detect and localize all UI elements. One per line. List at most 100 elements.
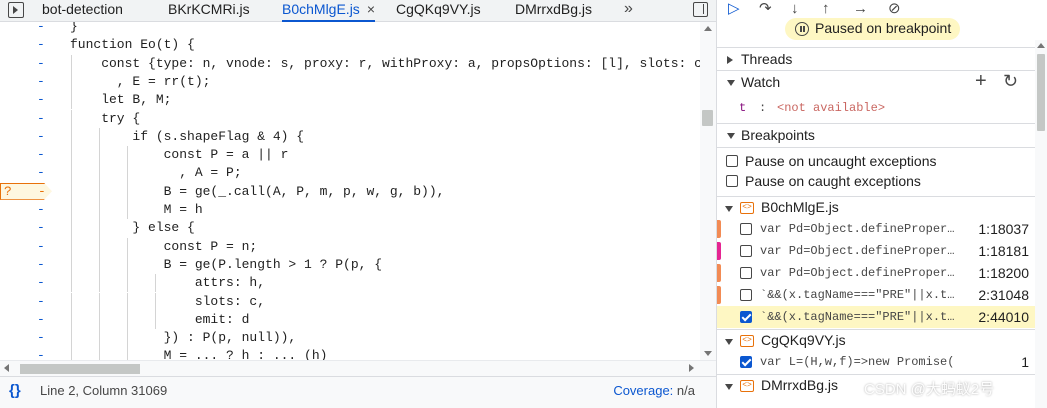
code-line[interactable]: - const P = a || r xyxy=(0,146,700,165)
breakpoint-color-stripe xyxy=(717,264,721,282)
horizontal-scrollbar[interactable] xyxy=(0,360,716,376)
tab-cgqkq9vy[interactable]: CgQKq9VY.js xyxy=(396,0,481,22)
code-text: } else { xyxy=(70,220,195,236)
breakpoint-file-name: DMrrxdBg.js xyxy=(761,377,839,393)
breakpoints-section-header[interactable]: Breakpoints xyxy=(717,123,1035,147)
breakpoint-location: 1:18181 xyxy=(978,243,1029,259)
pause-caught-checkbox[interactable] xyxy=(726,175,738,187)
code-text: M = ... ? h : ... (h) xyxy=(70,348,328,360)
code-line[interactable]: - emit: d xyxy=(0,310,700,330)
code-line[interactable]: - }) : P(p, null)), xyxy=(0,329,700,348)
scroll-down-icon[interactable] xyxy=(704,351,712,356)
coverage-label[interactable]: Coverage: xyxy=(613,383,673,398)
tab-dmrrxdbg[interactable]: DMrrxdBg.js xyxy=(515,0,592,22)
breakpoint-row[interactable]: var Pd=Object.defineProper… 1:18037 xyxy=(717,218,1035,240)
code-line[interactable]: - let B, M; xyxy=(0,91,700,110)
code-line[interactable]: - , E = rr(t); xyxy=(0,72,700,92)
code-line[interactable]: - , A = P; xyxy=(0,164,700,183)
step-into-icon[interactable]: ↓ xyxy=(791,1,799,17)
pause-caught-row[interactable]: Pause on caught exceptions xyxy=(717,171,1035,191)
vertical-scrollbar[interactable] xyxy=(700,22,716,360)
breakpoint-file-row[interactable]: <> CgQKq9VY.js xyxy=(717,329,1035,351)
gutter-dash: - xyxy=(37,110,45,126)
step-out-icon[interactable]: ↑ xyxy=(822,1,830,17)
code-line[interactable]: - B = ge(P.length > 1 ? P(p, { xyxy=(0,255,700,275)
scrollbar-thumb[interactable] xyxy=(702,110,713,126)
threads-section-header[interactable]: Threads xyxy=(717,47,1035,71)
breakpoint-checkbox[interactable] xyxy=(740,223,752,235)
breakpoint-row[interactable]: var Pd=Object.defineProper… 1:18181 xyxy=(717,240,1035,262)
coverage-value: n/a xyxy=(676,383,695,398)
breakpoint-location: 1:18200 xyxy=(978,265,1029,281)
code-text: , E = rr(t); xyxy=(70,73,211,89)
code-text: attrs: h, xyxy=(70,275,266,291)
code-text: , A = P; xyxy=(70,165,242,181)
paused-status-banner: Paused on breakpoint xyxy=(785,18,961,40)
more-tabs-icon[interactable]: » xyxy=(624,0,633,18)
refresh-icon[interactable]: ↻ xyxy=(1003,70,1018,93)
code-line[interactable]: - } else { xyxy=(0,219,700,238)
conditional-breakpoint-marker[interactable]: ? - xyxy=(0,182,52,200)
pause-uncaught-checkbox[interactable] xyxy=(726,155,738,167)
breakpoint-checkbox[interactable] xyxy=(740,245,752,257)
scrollbar-thumb[interactable] xyxy=(1037,54,1045,131)
close-icon[interactable]: × xyxy=(367,1,375,17)
navigator-toggle-icon[interactable] xyxy=(8,2,24,18)
breakpoint-row[interactable]: var Pd=Object.defineProper… 1:18200 xyxy=(717,262,1035,284)
code-line[interactable]: - if (s.shapeFlag & 4) { xyxy=(0,127,700,147)
pause-uncaught-row[interactable]: Pause on uncaught exceptions xyxy=(717,151,1035,171)
watch-name: t xyxy=(739,101,747,115)
tab-b0chmlge[interactable]: B0chMlgE.js × xyxy=(282,0,375,22)
breakpoint-checkbox[interactable] xyxy=(740,289,752,301)
code-line[interactable]: - M = h xyxy=(0,201,700,220)
watch-separator: : xyxy=(759,101,767,115)
breakpoint-row[interactable]: var L=(H,w,f)=>new Promise((j,y… 1 xyxy=(717,351,1035,373)
breakpoint-row[interactable]: `&&(x.tagName==="PRE"||x.t… 2:44010 xyxy=(717,306,1035,328)
scroll-up-icon[interactable] xyxy=(1037,43,1045,48)
breakpoint-checkbox[interactable] xyxy=(740,267,752,279)
breakpoint-row[interactable]: `&&(x.tagName==="PRE"||x.t… 2:31048 xyxy=(717,284,1035,306)
pretty-print-icon[interactable]: {} xyxy=(9,377,21,405)
code-viewer[interactable]: -} - function Eo(t) {- const {type: n, vno… xyxy=(0,22,700,360)
breakpoint-checkbox[interactable] xyxy=(740,311,752,323)
section-title: Threads xyxy=(741,51,793,67)
code-line[interactable]: - attrs: h, xyxy=(0,274,700,293)
code-line[interactable]: - function Eo(t) { xyxy=(0,36,700,54)
tab-bkrkcmri[interactable]: BKrKCMRi.js xyxy=(168,0,250,22)
tab-bot-detection[interactable]: bot-detection xyxy=(42,0,123,22)
step-icon[interactable]: → xyxy=(853,1,868,17)
editor-tab-bar: bot-detection BKrKCMRi.js B0chMlgE.js × C… xyxy=(0,0,716,22)
code-line[interactable]: -} xyxy=(0,22,700,36)
breakpoint-checkbox[interactable] xyxy=(740,356,752,368)
add-watch-icon[interactable]: + xyxy=(975,70,987,93)
code-line[interactable]: - M = ... ? h : ... (h) xyxy=(0,347,700,360)
code-line[interactable]: - const P = n; xyxy=(0,237,700,256)
code-line[interactable]: - try { xyxy=(0,109,700,128)
code-line[interactable]: - slots: c, xyxy=(0,292,700,311)
sidebar-scrollbar[interactable] xyxy=(1035,40,1047,408)
script-file-icon: <> xyxy=(740,335,754,347)
code-line[interactable]: ? - B = ge(_.call(A, P, m, p, w, g, b)), xyxy=(0,182,700,201)
watch-expression[interactable]: t : <not available> xyxy=(717,98,1035,118)
scroll-up-icon[interactable] xyxy=(704,26,712,31)
step-over-icon[interactable]: ↷ xyxy=(759,1,772,17)
breakpoint-color-stripe xyxy=(717,220,721,238)
code-text: const {type: n, vnode: s, proxy: r, with… xyxy=(70,55,700,71)
deactivate-breakpoints-icon[interactable]: ⊘ xyxy=(888,1,901,17)
watch-section-header[interactable]: Watch + ↻ xyxy=(717,70,1035,94)
code-line[interactable]: - const {type: n, vnode: s, proxy: r, wi… xyxy=(0,54,700,73)
breakpoint-file-row[interactable]: <> B0chMlgE.js xyxy=(717,196,1035,218)
breakpoint-glyph: ? xyxy=(4,183,12,199)
debugger-toggle-icon[interactable] xyxy=(693,2,708,17)
gutter-dash: - xyxy=(37,37,45,53)
editor-status-bar: {} Line 2, Column 31069 Coverage: n/a xyxy=(0,376,716,408)
breakpoint-code: `&&(x.tagName==="PRE"||x.t… xyxy=(760,310,955,324)
divider xyxy=(717,147,1035,148)
breakpoint-location: 2:44010 xyxy=(978,309,1029,325)
scroll-left-icon[interactable] xyxy=(4,364,9,372)
breakpoint-code: var Pd=Object.defineProper… xyxy=(760,266,955,280)
resume-icon[interactable]: ▷ xyxy=(728,1,740,17)
breakpoint-code: var Pd=Object.defineProper… xyxy=(760,222,955,236)
scroll-right-icon[interactable] xyxy=(689,364,694,372)
scrollbar-thumb[interactable] xyxy=(20,364,140,374)
